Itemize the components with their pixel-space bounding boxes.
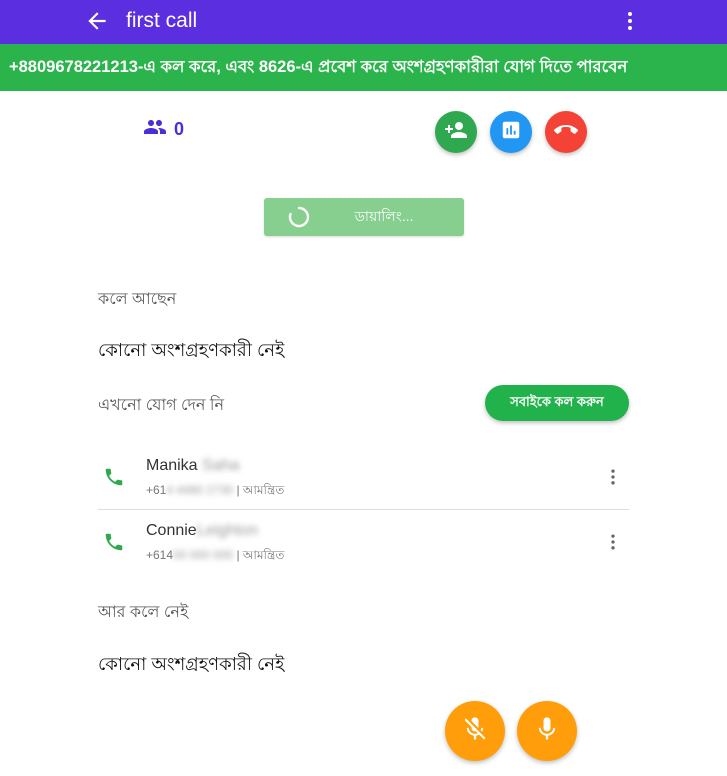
left-call-empty-text: কোনো অংশগ্রহণকারী নেই bbox=[98, 654, 285, 674]
page-title: first call bbox=[126, 9, 198, 32]
unmute-all-button[interactable] bbox=[517, 701, 577, 761]
stats-button[interactable] bbox=[490, 111, 532, 153]
in-call-heading: কলে আছেন bbox=[98, 291, 177, 308]
people-icon bbox=[143, 115, 167, 144]
participant-name: Manika Saha bbox=[146, 457, 240, 474]
participant-details: +614 4480 2730 | আমন্ত্রিত bbox=[146, 483, 285, 497]
dialing-label: ডায়ালিং... bbox=[354, 208, 414, 224]
phone-icon[interactable] bbox=[103, 466, 125, 488]
add-participant-button[interactable] bbox=[435, 111, 477, 153]
more-options-icon[interactable] bbox=[603, 466, 623, 488]
participant-count-value: 0 bbox=[174, 118, 185, 139]
loading-spinner-icon bbox=[288, 206, 310, 228]
app-bar: first call bbox=[0, 0, 727, 44]
mic-off-icon bbox=[461, 715, 489, 748]
call-all-button[interactable]: সবাইকে কল করুন bbox=[485, 385, 629, 421]
participant-row[interactable]: Manika Saha +614 4480 2730 | আমন্ত্রিত bbox=[98, 446, 629, 510]
in-call-empty-text: কোনো অংশগ্রহণকারী নেই bbox=[98, 340, 285, 360]
mic-icon bbox=[533, 715, 561, 748]
participant-name: ConnieLeighton bbox=[146, 522, 259, 539]
back-arrow-icon[interactable] bbox=[84, 8, 110, 34]
dialing-button[interactable]: ডায়ালিং... bbox=[264, 198, 464, 236]
more-options-icon[interactable] bbox=[603, 531, 623, 553]
person-add-icon bbox=[444, 118, 468, 147]
call-end-icon bbox=[554, 118, 578, 147]
divider bbox=[98, 509, 629, 510]
participant-details: +61400 000 000 | আমন্ত্রিত bbox=[146, 548, 285, 562]
participant-count: 0 bbox=[143, 117, 184, 141]
end-call-button[interactable] bbox=[545, 111, 587, 153]
dial-in-banner: +8809678221213-এ কল করে, এবং 8626-এ প্রব… bbox=[0, 44, 727, 91]
participant-row[interactable]: ConnieLeighton +61400 000 000 | আমন্ত্রি… bbox=[98, 511, 629, 575]
mute-all-button[interactable] bbox=[445, 701, 505, 761]
bar-chart-icon bbox=[500, 119, 522, 146]
left-call-heading: আর কলে নেই bbox=[98, 604, 189, 621]
more-options-icon[interactable] bbox=[618, 8, 642, 34]
not-joined-heading: এখনো যোগ দেন নি bbox=[98, 397, 225, 414]
phone-icon[interactable] bbox=[103, 531, 125, 553]
